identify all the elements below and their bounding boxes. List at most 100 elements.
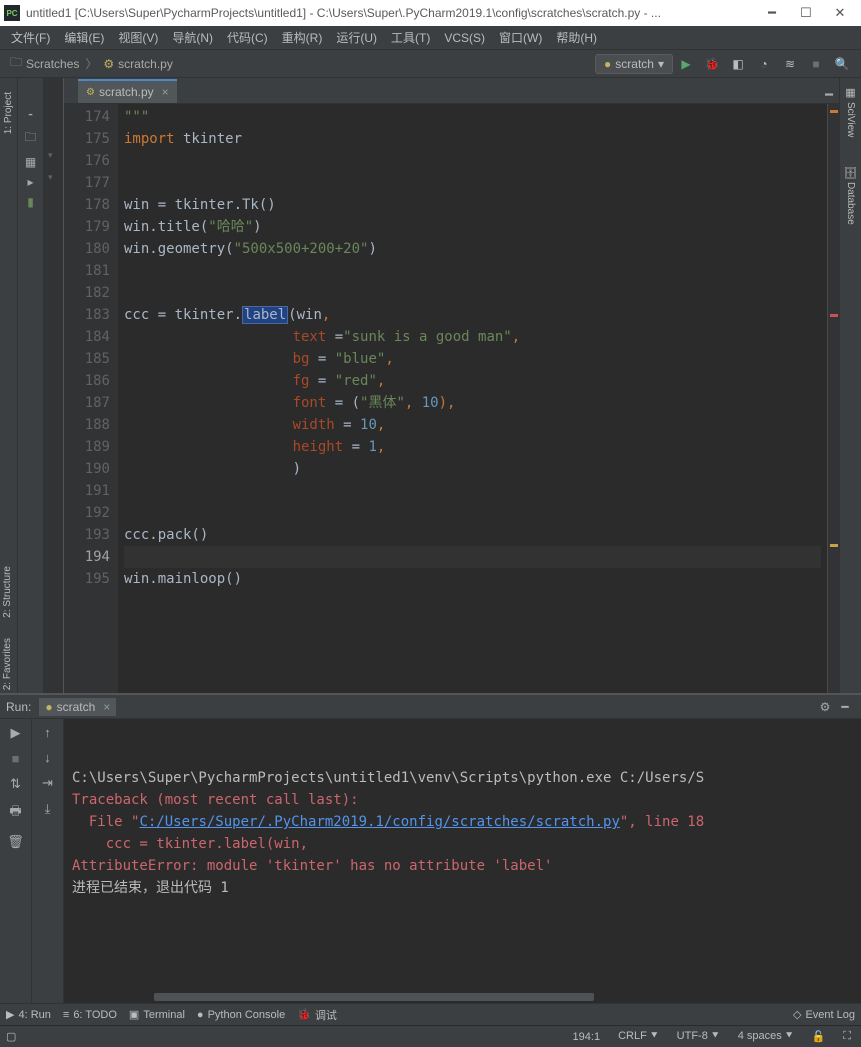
menu-VCS(S)[interactable]: VCS(S) — [437, 31, 492, 45]
project-toolwindow-tab[interactable]: 1: Project — [2, 84, 15, 142]
menubar: 文件(F)编辑(E)视图(V)导航(N)代码(C)重构(R)运行(U)工具(T)… — [0, 26, 861, 50]
menu-文件(F)[interactable]: 文件(F) — [4, 29, 57, 46]
layout-button[interactable]: ⇅ — [10, 776, 21, 792]
database-icon: 🗄 — [844, 165, 857, 179]
left-tool-stripe-lower: 2: Structure 2: Favorites — [0, 560, 18, 696]
pin-button[interactable]: 🖶 — [9, 802, 21, 824]
grid-icon: ▦ — [844, 86, 857, 99]
stop-button[interactable]: ■ — [12, 751, 20, 766]
folder-tree-icon[interactable]: 🗀 — [24, 128, 36, 149]
main-area: 1: Project ⁃ 🗀 ▦ ▸ ▮ ▾ ▾ ⚙ scratch.py × … — [0, 78, 861, 693]
hide-panel-button[interactable]: ━ — [835, 700, 855, 714]
database-toolwindow-tab[interactable]: 🗄Database — [843, 157, 858, 233]
window-title: untitled1 [C:\Users\Super\PycharmProject… — [26, 6, 755, 20]
status-bar: ▢ 194:1 CRLF ⯆ UTF-8 ⯆ 4 spaces ⯆ 🔓 ⛶ — [0, 1025, 861, 1047]
collapse-icon[interactable]: ⁃ — [28, 108, 34, 122]
readonly-toggle-icon[interactable]: 🔓 — [808, 1030, 830, 1043]
window-titlebar: PC untitled1 [C:\Users\Super\PycharmProj… — [0, 0, 861, 26]
app-icon: PC — [4, 5, 20, 21]
breadcrumb-separator-icon: 〉 — [83, 55, 99, 72]
horizontal-scrollbar-thumb[interactable] — [154, 993, 594, 1001]
fold-marker-icon[interactable]: ▾ — [48, 172, 53, 183]
search-everywhere-button[interactable]: 🔍 — [831, 53, 853, 75]
run-side-toolbar-2: ↑ ↓ ⇥ ⤓ — [32, 719, 64, 1003]
run-button[interactable]: ▶ — [675, 53, 697, 75]
bars-icon[interactable]: ▮ — [27, 195, 34, 209]
indent-selector[interactable]: 4 spaces ⯆ — [734, 1030, 798, 1043]
python-file-icon: ⚙ — [86, 87, 95, 98]
run-toolwindow-button[interactable]: ▶ 4: Run — [6, 1008, 51, 1021]
error-marker[interactable] — [830, 314, 838, 317]
concurrency-button[interactable]: ≋ — [779, 53, 801, 75]
warning-marker[interactable] — [830, 110, 838, 113]
run-title: Run: — [6, 700, 31, 714]
menu-重构(R)[interactable]: 重构(R) — [275, 29, 330, 46]
debug-toolwindow-button[interactable]: 🐞 调试 — [297, 1007, 337, 1023]
run-tab[interactable]: ●scratch× — [39, 698, 116, 716]
favorites-toolwindow-tab[interactable]: 2: Favorites — [0, 632, 15, 696]
memory-indicator-icon[interactable]: ⛶ — [839, 1030, 855, 1043]
run-header: Run: ●scratch× ⚙ ━ — [0, 695, 861, 719]
menu-工具(T)[interactable]: 工具(T) — [384, 29, 437, 46]
python-console-button[interactable]: ● Python Console — [197, 1009, 285, 1021]
breadcrumb-file[interactable]: ⚙scratch.py — [99, 57, 176, 71]
navigation-toolbar: 🗀Scratches 〉 ⚙scratch.py ●scratch▾ ▶ 🐞 ◧… — [0, 50, 861, 78]
expand-icon[interactable]: ▸ — [27, 175, 33, 189]
run-body: ▶ ■ ⇅ 🖶 🗑 ↑ ↓ ⇥ ⤓ C:\Users\Super\Pycharm… — [0, 719, 861, 1003]
editor-tab-scratch[interactable]: ⚙ scratch.py × — [78, 79, 177, 103]
close-icon[interactable]: × — [103, 700, 110, 714]
rerun-button[interactable]: ▶ — [11, 725, 21, 741]
todo-toolwindow-button[interactable]: ≡ 6: TODO — [63, 1009, 117, 1021]
code-editor[interactable]: 1741751761771781791801811821831841851861… — [64, 104, 839, 693]
caret-position[interactable]: 194:1 — [569, 1031, 605, 1043]
menu-视图(V)[interactable]: 视图(V) — [111, 29, 165, 46]
event-log-button[interactable]: ◇ Event Log — [793, 1008, 855, 1021]
python-icon: ● — [45, 700, 52, 714]
project-toolbar: ⁃ 🗀 ▦ ▸ ▮ — [18, 78, 44, 693]
fold-marker-icon[interactable]: ▾ — [48, 150, 53, 161]
console-output[interactable]: C:\Users\Super\PycharmProjects\untitled1… — [64, 719, 861, 1003]
menu-编辑(E)[interactable]: 编辑(E) — [57, 29, 111, 46]
breadcrumb-root[interactable]: 🗀Scratches — [6, 53, 83, 74]
menu-帮助(H)[interactable]: 帮助(H) — [549, 29, 604, 46]
bottom-toolbar: ▶ 4: Run ≡ 6: TODO ▣ Terminal ● Python C… — [0, 1003, 861, 1025]
menu-导航(N)[interactable]: 导航(N) — [165, 29, 220, 46]
python-file-icon: ⚙ — [103, 57, 114, 71]
wrap-button[interactable]: ⇥ — [42, 775, 53, 791]
debug-button[interactable]: 🐞 — [701, 53, 723, 75]
scroll-end-button[interactable]: ⤓ — [45, 801, 51, 817]
folder-icon: 🗀 — [10, 53, 22, 74]
encoding-selector[interactable]: UTF-8 ⯆ — [673, 1030, 724, 1043]
tab-label: scratch.py — [99, 85, 154, 99]
down-stack-button[interactable]: ↓ — [44, 750, 51, 765]
right-tool-stripe: ▦SciView 🗄Database — [839, 78, 861, 693]
settings-icon[interactable]: ▦ — [25, 155, 36, 169]
sciview-toolwindow-tab[interactable]: ▦SciView — [843, 78, 858, 145]
up-stack-button[interactable]: ↑ — [44, 725, 51, 740]
stop-button[interactable]: ■ — [805, 53, 827, 75]
delete-button[interactable]: 🗑 — [7, 834, 24, 850]
error-stripe[interactable] — [827, 104, 839, 693]
settings-icon[interactable]: ⚙ — [815, 700, 835, 714]
maximize-button[interactable]: ☐ — [789, 0, 823, 26]
menu-窗口(W)[interactable]: 窗口(W) — [492, 29, 549, 46]
close-button[interactable]: ✕ — [823, 0, 857, 26]
minimize-button[interactable]: ━ — [755, 0, 789, 26]
menu-运行(U)[interactable]: 运行(U) — [329, 29, 384, 46]
editor-tabs: ⚙ scratch.py × ━ — [64, 78, 839, 104]
code-content[interactable]: """import tkinterwin = tkinter.Tk()win.t… — [118, 104, 827, 693]
caret-marker[interactable] — [830, 544, 838, 547]
run-side-toolbar: ▶ ■ ⇅ 🖶 🗑 — [0, 719, 32, 1003]
toolwindows-toggle-icon[interactable]: ▢ — [6, 1030, 16, 1043]
line-ending-selector[interactable]: CRLF ⯆ — [614, 1030, 663, 1043]
line-number-gutter: 1741751761771781791801811821831841851861… — [64, 104, 118, 693]
profile-button[interactable]: ◔ — [753, 53, 775, 75]
hide-tab-button[interactable]: ━ — [825, 87, 833, 103]
folding-gutter: ▾ ▾ — [44, 78, 64, 693]
close-tab-icon[interactable]: × — [162, 85, 169, 99]
run-configuration-selector[interactable]: ●scratch▾ — [595, 54, 673, 74]
terminal-toolwindow-button[interactable]: ▣ Terminal — [129, 1008, 185, 1021]
menu-代码(C)[interactable]: 代码(C) — [220, 29, 275, 46]
coverage-button[interactable]: ◧ — [727, 53, 749, 75]
structure-toolwindow-tab[interactable]: 2: Structure — [0, 560, 15, 624]
